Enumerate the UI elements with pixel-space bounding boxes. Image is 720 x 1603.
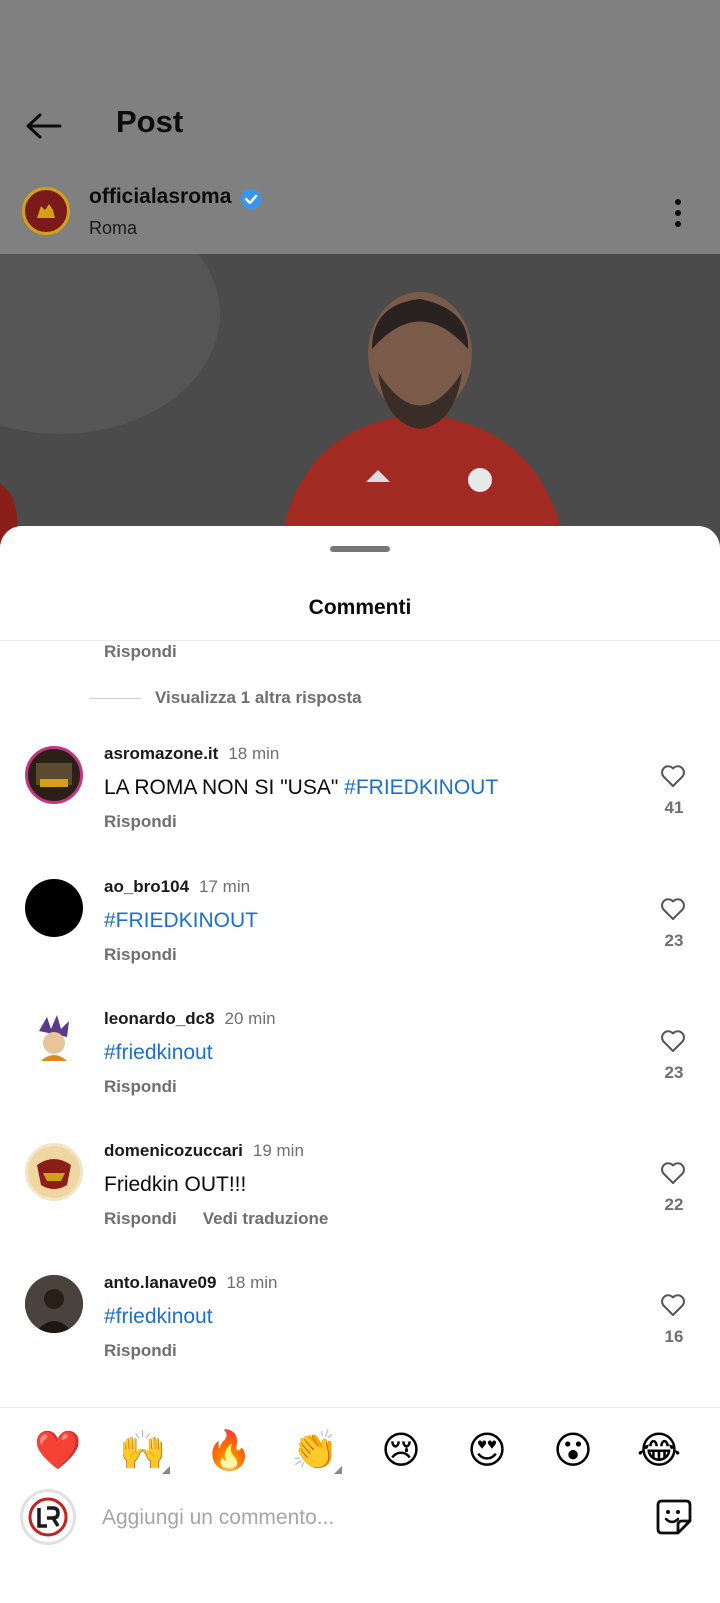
comment-text-plain: Friedkin OUT!!! xyxy=(104,1173,247,1196)
tears-of-joy-emoji[interactable]: 😂 xyxy=(634,1426,684,1476)
comment-time: 17 min xyxy=(199,877,251,896)
skin-tone-indicator xyxy=(162,1466,170,1474)
clapping-hands-emoji-glyph: 👏 xyxy=(291,1430,339,1472)
like-count: 23 xyxy=(664,931,684,950)
comment-time: 18 min xyxy=(228,744,280,763)
clapping-hands-emoji[interactable]: 👏 xyxy=(290,1426,342,1476)
fire-emoji[interactable]: 🔥 xyxy=(204,1426,254,1476)
reply-thread-line xyxy=(89,697,141,699)
surprised-face-emoji[interactable]: 😮 xyxy=(548,1426,598,1476)
more-options-icon[interactable] xyxy=(674,198,682,228)
reply-button[interactable]: Rispondi xyxy=(104,642,177,662)
hashtag-link[interactable]: #FRIEDKINOUT xyxy=(344,776,498,799)
raising-hands-emoji-glyph: 🙌 xyxy=(119,1430,167,1472)
heart-eyes-emoji[interactable]: 😍 xyxy=(462,1426,512,1476)
wolf-logo-icon xyxy=(37,204,55,218)
sheet-title: Commenti xyxy=(308,596,412,619)
comment-header: leonardo_dc8 20 min xyxy=(104,1009,276,1029)
comment-text: #friedkinout xyxy=(104,1305,213,1329)
back-arrow-icon[interactable] xyxy=(22,104,66,148)
roma-crest-icon xyxy=(28,1146,80,1198)
reply-button[interactable]: Rispondi xyxy=(104,1209,177,1229)
verified-badge-icon xyxy=(241,189,261,209)
comment-item: leonardo_dc8 20 min #friedkinout Rispondi… xyxy=(0,999,720,1129)
comment-actions: Rispondi xyxy=(104,1077,177,1097)
comment-time: 20 min xyxy=(224,1009,276,1028)
commenter-username[interactable]: anto.lanave09 xyxy=(104,1273,216,1292)
view-more-replies-label: Visualizza 1 altra risposta xyxy=(155,688,362,707)
crying-face-emoji[interactable]: 😢 xyxy=(376,1426,426,1476)
commenter-username[interactable]: asromazone.it xyxy=(104,744,218,763)
like-count: 22 xyxy=(664,1195,684,1214)
comment-input[interactable] xyxy=(100,1500,604,1536)
comment-time: 18 min xyxy=(226,1273,278,1292)
heart-icon[interactable] xyxy=(660,764,686,788)
like-count: 41 xyxy=(664,798,684,817)
view-more-replies[interactable]: Visualizza 1 altra risposta xyxy=(89,688,362,708)
like-count: 23 xyxy=(664,1063,684,1082)
comment-actions: Rispondi xyxy=(104,945,177,965)
comment-text: LA ROMA NON SI "USA" #FRIEDKINOUT xyxy=(104,776,498,800)
post-owner-avatar[interactable] xyxy=(22,187,70,235)
hashtag-link[interactable]: #FRIEDKINOUT xyxy=(104,909,258,932)
reply-button[interactable]: Rispondi xyxy=(104,1077,177,1097)
commenter-username[interactable]: domenicozuccari xyxy=(104,1141,243,1160)
reply-button[interactable]: Rispondi xyxy=(104,812,177,832)
post-owner-username[interactable]: officialasroma xyxy=(89,185,231,209)
comment-item: ao_bro104 17 min #FRIEDKINOUT Rispondi 23 xyxy=(0,867,720,997)
comment-item: asromazone.it 18 min LA ROMA NON SI "USA"… xyxy=(0,734,720,864)
comment-header: asromazone.it 18 min xyxy=(104,744,279,764)
hashtag-link[interactable]: #friedkinout xyxy=(104,1041,213,1064)
commenter-username[interactable]: ao_bro104 xyxy=(104,877,189,896)
commenter-avatar[interactable] xyxy=(25,879,83,937)
top-app-bar: Post officialasroma Roma xyxy=(0,0,720,254)
lr-logo-icon xyxy=(28,1497,68,1537)
comment-text: Friedkin OUT!!! xyxy=(104,1173,246,1197)
comment-actions: Rispondi xyxy=(104,812,177,832)
anime-character-icon xyxy=(39,1015,69,1061)
comment-actions: Rispondi xyxy=(104,1341,177,1361)
page-title: Post xyxy=(116,104,184,139)
like-count: 16 xyxy=(664,1327,684,1346)
comment-item: domenicozuccari 19 min Friedkin OUT!!! Ri… xyxy=(0,1131,720,1261)
player-photo-image xyxy=(0,254,720,544)
heart-icon[interactable] xyxy=(660,1029,686,1053)
reply-button[interactable]: Rispondi xyxy=(104,1341,177,1361)
asromazone-logo-icon xyxy=(36,763,72,787)
post-location[interactable]: Roma xyxy=(89,218,137,239)
comment-header: domenicozuccari 19 min xyxy=(104,1141,304,1161)
comment-item: anto.lanave09 18 min #friedkinout Rispond… xyxy=(0,1263,720,1393)
commenter-avatar[interactable] xyxy=(25,746,83,804)
comment-text: #friedkinout xyxy=(104,1041,213,1065)
profile-photo-icon xyxy=(25,1275,83,1333)
comment-header: ao_bro104 17 min xyxy=(104,877,250,897)
heart-icon[interactable] xyxy=(660,1161,686,1185)
comment-actions: Rispondi Vedi traduzione xyxy=(104,1209,328,1229)
post-photo xyxy=(0,254,720,544)
comment-text: #FRIEDKINOUT xyxy=(104,909,258,933)
divider xyxy=(0,640,720,641)
red-heart-emoji[interactable]: ❤️ xyxy=(33,1426,83,1476)
sticker-icon[interactable] xyxy=(654,1497,694,1537)
heart-icon[interactable] xyxy=(660,897,686,921)
reply-button[interactable]: Rispondi xyxy=(104,945,177,965)
quick-reactions-bar: ❤️ 🙌 🔥 👏 😢 😍 😮 😂 xyxy=(0,1420,720,1480)
commenter-avatar[interactable] xyxy=(25,1275,83,1333)
current-user-avatar[interactable] xyxy=(20,1489,76,1545)
see-translation-button[interactable]: Vedi traduzione xyxy=(203,1209,329,1229)
skin-tone-indicator xyxy=(334,1466,342,1474)
commenter-username[interactable]: leonardo_dc8 xyxy=(104,1009,215,1028)
raising-hands-emoji[interactable]: 🙌 xyxy=(118,1426,170,1476)
commenter-avatar[interactable] xyxy=(25,1143,83,1201)
hashtag-link[interactable]: #friedkinout xyxy=(104,1305,213,1328)
commenter-avatar[interactable] xyxy=(25,1011,83,1069)
heart-icon[interactable] xyxy=(660,1293,686,1317)
comment-header: anto.lanave09 18 min xyxy=(104,1273,277,1293)
composer-divider xyxy=(0,1407,720,1408)
comment-time: 19 min xyxy=(252,1141,304,1160)
comment-text-plain: LA ROMA NON SI "USA" xyxy=(104,776,345,799)
drag-handle[interactable] xyxy=(330,546,390,552)
